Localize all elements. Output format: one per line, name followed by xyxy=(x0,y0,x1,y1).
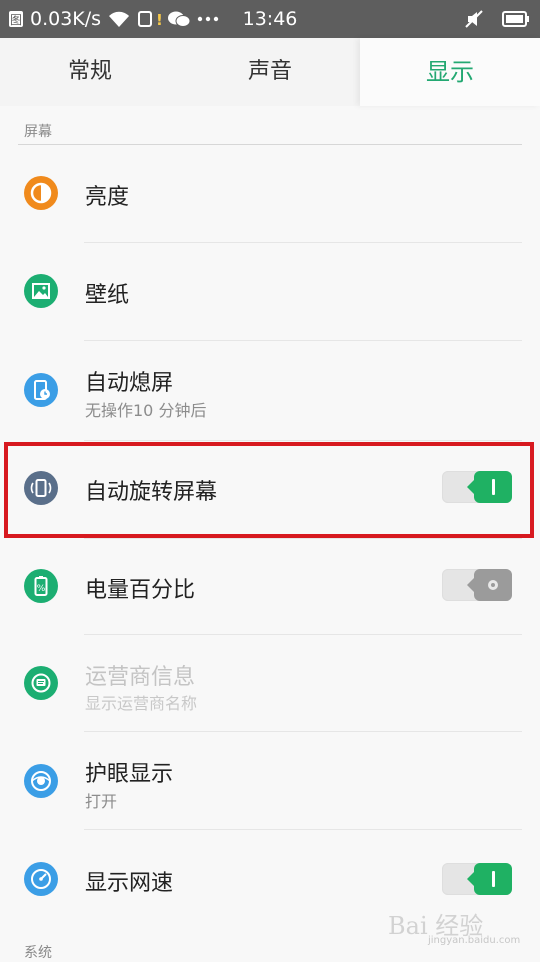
setting-title: 显示网速 xyxy=(85,871,174,896)
battery-icon xyxy=(502,10,530,28)
tab-display[interactable]: 显示 xyxy=(360,38,540,106)
mute-icon xyxy=(464,9,484,29)
toggle-knob xyxy=(467,569,512,601)
svg-text:%: % xyxy=(37,584,46,594)
wallpaper-icon xyxy=(24,274,58,308)
setting-title: 亮度 xyxy=(85,185,130,210)
setting-row-battery-percent[interactable]: % 电量百分比 xyxy=(0,539,540,635)
network-speed-icon xyxy=(24,862,58,896)
eye-care-icon xyxy=(24,764,58,798)
setting-row-brightness[interactable]: 亮度 xyxy=(0,145,540,241)
network-speed-toggle[interactable] xyxy=(442,863,512,895)
setting-subtitle: 无操作10 分钟后 xyxy=(85,401,207,420)
tab-sound[interactable]: 声音 xyxy=(180,38,360,106)
setting-subtitle: 打开 xyxy=(85,792,118,811)
status-bar-right xyxy=(464,0,530,38)
status-time: 13:46 xyxy=(242,8,298,30)
setting-title: 运营商信息 xyxy=(85,665,196,690)
battery-percent-icon: % xyxy=(24,569,58,603)
setting-row-carrier-info: 运营商信息 显示运营商名称 xyxy=(0,635,540,731)
setting-row-wallpaper[interactable]: 壁纸 xyxy=(0,243,540,339)
setting-title: 自动熄屏 xyxy=(85,371,174,396)
setting-title: 护眼显示 xyxy=(85,762,174,787)
watermark-url: jingyan.baidu.com xyxy=(428,935,521,946)
screen-timeout-icon xyxy=(24,373,58,407)
setting-row-screen-timeout[interactable]: 自动熄屏 无操作10 分钟后 xyxy=(0,341,540,439)
tab-general[interactable]: 常规 xyxy=(0,38,180,106)
carrier-info-icon xyxy=(24,666,58,700)
battery-percent-toggle[interactable] xyxy=(442,569,512,601)
highlight-box xyxy=(4,442,534,538)
setting-title: 壁纸 xyxy=(85,283,130,308)
toggle-knob xyxy=(467,863,512,895)
setting-subtitle: 显示运营商名称 xyxy=(85,694,198,713)
status-bar: 图 0.03K/s ! 13:46 xyxy=(0,0,540,38)
section-header-screen: 屏幕 xyxy=(24,124,52,140)
brightness-icon xyxy=(24,176,58,210)
watermark: Bai 经验 jingyan.baidu.com xyxy=(388,902,538,952)
tab-bar: 常规 声音 显示 xyxy=(0,38,540,106)
setting-title: 电量百分比 xyxy=(85,578,196,603)
section-header-system: 系统 xyxy=(24,945,52,961)
setting-row-eye-care[interactable]: 护眼显示 打开 xyxy=(0,732,540,828)
